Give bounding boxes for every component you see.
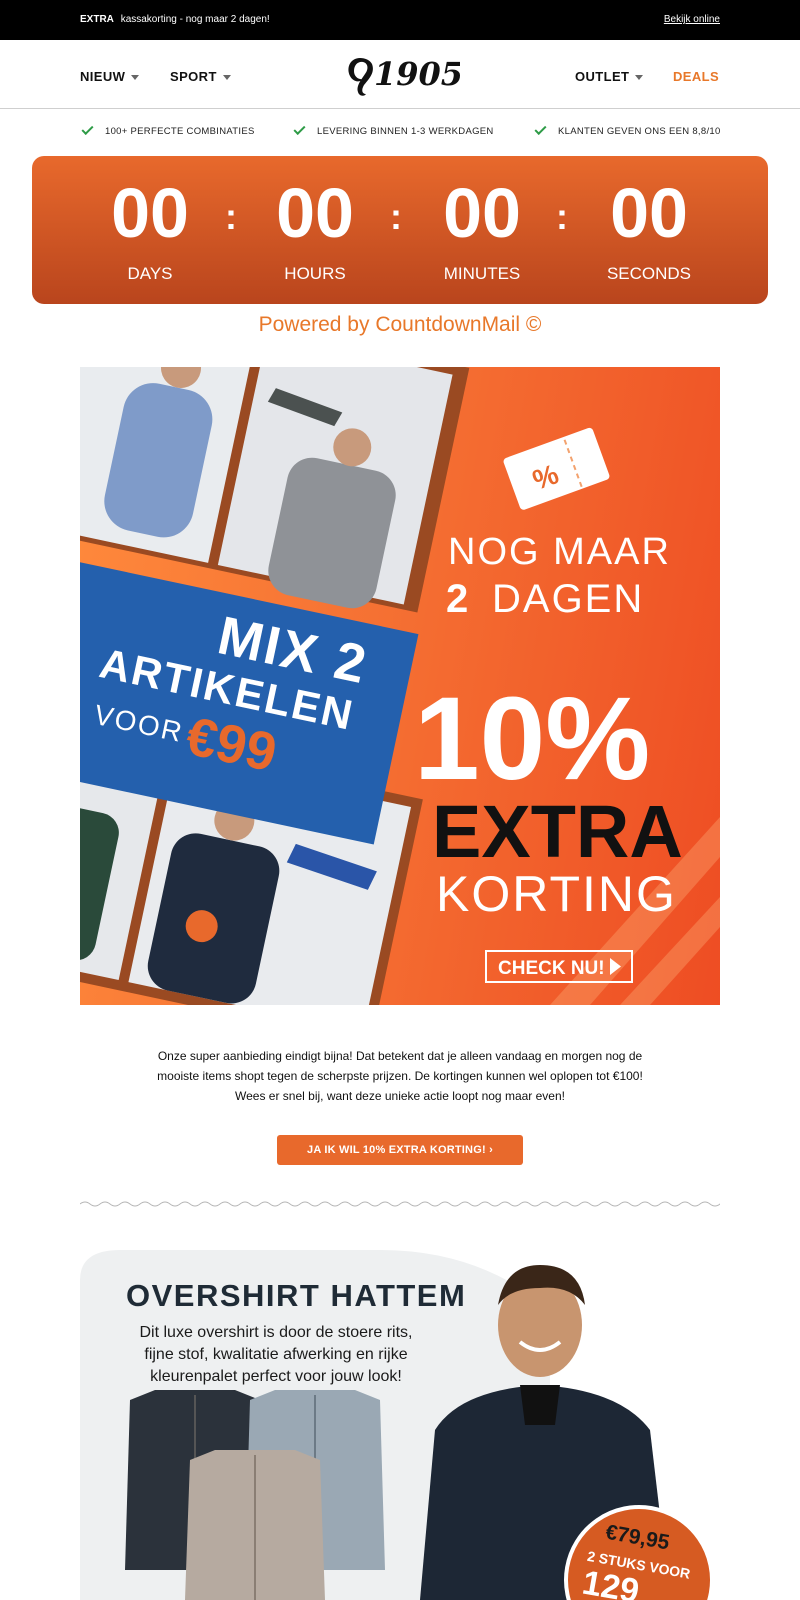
countdown-separator: : [390,196,402,237]
top-promo-bar: EXTRA kassakorting - nog maar 2 dagen! B… [0,0,800,40]
countdown-hours-label: HOURS [284,264,346,283]
countdown-seconds-label: SECONDS [606,264,692,283]
check-icon [293,122,306,136]
countdown-days-value: 00 [111,174,189,252]
view-online-link[interactable]: Bekijk online [664,14,720,25]
chevron-down-icon [131,75,140,81]
nav-item-label: NIEUW [80,69,126,84]
nav-item-deals[interactable]: DEALS [673,69,719,84]
countdown-seconds-value: 00 [610,174,688,252]
usp-bar: 100+ PERFECTE COMBINATIES LEVERING BINNE… [0,118,800,146]
brand-wordmark: 1905 [374,55,460,93]
usp-item: 100+ PERFECTE COMBINATIES [81,122,255,137]
copy-line: Wees er snel bij, want deze unieke actie… [235,1089,565,1103]
extra-discount-button[interactable]: JA IK WIL 10% EXTRA KORTING! › [277,1135,523,1165]
promo-text: EXTRA kassakorting - nog maar 2 dagen! [80,14,270,25]
product-price: €79,95 [603,1520,672,1555]
extra-text: EXTRA [432,790,683,873]
nav-item-nieuw[interactable]: NIEUW [80,69,140,84]
wavy-divider [80,1201,720,1207]
product-description: Dit luxe overshirt is door de stoere rit… [139,1324,413,1385]
check-icon [534,122,547,136]
check-now-text: CHECK NU! [498,958,605,979]
chevron-down-icon [222,75,231,81]
countdown-days-label: DAYS [127,264,173,283]
chevron-down-icon [635,75,644,81]
headline-line-2: DAGEN [492,577,644,621]
ticket-icon: % [503,427,610,510]
countdown-separator: : [556,196,568,237]
nav-item-sport[interactable]: SPORT [170,69,231,84]
body-copy: Onze super aanbieding eindigt bijna! Dat… [120,1046,680,1106]
promo-bold: EXTRA [80,14,114,25]
countdown-hours-value: 00 [276,174,354,252]
nav-item-label: DEALS [673,69,720,84]
usp-text: KLANTEN GEVEN ONS EEN 8,8/10 [558,126,721,137]
copy-line: Onze super aanbieding eindigt bijna! Dat… [157,1049,643,1063]
usp-item: KLANTEN GEVEN ONS EEN 8,8/10 [534,122,721,137]
usp-text: LEVERING BINNEN 1-3 WERKDAGEN [317,126,494,137]
promo-banner[interactable]: MIX 2 ARTIKELEN VOOR €99 % NOG MAAR 2 DA… [80,367,720,1005]
product-title: OVERSHIRT HATTEM [126,1278,467,1313]
nav-item-label: OUTLET [575,69,630,84]
product-section[interactable]: OVERSHIRT HATTEM Dit luxe overshirt is d… [80,1250,720,1600]
countdown-minutes-label: MINUTES [443,264,521,283]
countdown-timer: 00 DAYS : 00 HOURS : 00 MINUTES : 00 SEC… [32,156,768,304]
korting-text: KORTING [436,866,677,922]
brand-logo[interactable]: 1905 [344,52,460,98]
usp-item: LEVERING BINNEN 1-3 WERKDAGEN [293,122,494,137]
headline-number: 2 [446,577,468,621]
copy-line: mooiste items shopt tegen de scherpste p… [157,1069,643,1083]
q-logo-mark [348,58,373,96]
check-icon [81,122,94,136]
discount-value: 10% [414,673,650,805]
powered-by-text[interactable]: Powered by CountdownMail © [0,313,800,337]
nav-item-outlet[interactable]: OUTLET [575,69,644,84]
overshirt-beige [185,1450,325,1600]
countdown-separator: : [225,196,237,237]
usp-text: 100+ PERFECTE COMBINATIES [105,126,255,137]
headline-line-1: NOG MAAR [448,531,671,573]
promo-message: kassakorting - nog maar 2 dagen! [120,14,270,25]
countdown-minutes-value: 00 [443,174,521,252]
banner-artwork: MIX 2 ARTIKELEN VOOR €99 % NOG MAAR 2 DA… [80,367,720,1005]
nav-item-label: SPORT [170,69,217,84]
